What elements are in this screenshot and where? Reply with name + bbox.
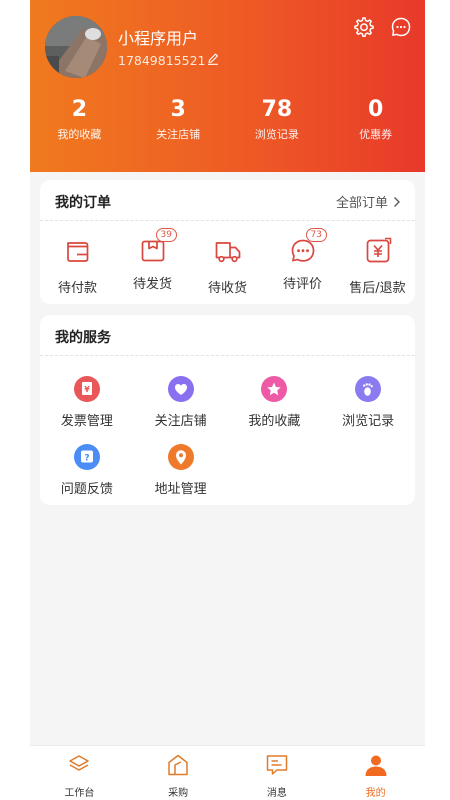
order-pending-receipt[interactable]: 待收货 bbox=[190, 232, 265, 296]
package-icon-wrap: 39 bbox=[138, 228, 177, 266]
invoice-icon: ¥ bbox=[73, 376, 100, 402]
service-label: 发票管理 bbox=[60, 414, 113, 429]
stat-label: 浏览记录 bbox=[254, 128, 299, 141]
comment-icon-wrap: 73 bbox=[288, 228, 327, 266]
layers-icon bbox=[69, 755, 90, 771]
refund-icon bbox=[366, 237, 391, 263]
order-label: 待付款 bbox=[57, 281, 97, 296]
stat-label: 优惠券 bbox=[359, 128, 393, 141]
services-title: 我的服务 bbox=[55, 330, 111, 346]
service-label: 问题反馈 bbox=[60, 482, 113, 497]
app-page: 小程序用户 17849815521 2 我的收藏 3 关注店铺 78 浏览记录 … bbox=[30, 0, 425, 800]
location-icon bbox=[167, 444, 194, 470]
phone-number: 17849815521 bbox=[118, 53, 206, 68]
stats-row: 2 我的收藏 3 关注店铺 78 浏览记录 0 优惠券 bbox=[30, 96, 425, 152]
tab-label: 工作台 bbox=[64, 788, 95, 799]
stat-history[interactable]: 78 浏览记录 bbox=[228, 96, 327, 152]
order-label: 待收货 bbox=[207, 281, 247, 296]
services-row: ? 问题反馈 地址管理 bbox=[40, 441, 415, 509]
house-icon bbox=[168, 754, 188, 776]
service-favorites[interactable]: 我的收藏 bbox=[228, 373, 322, 441]
order-pending-shipment[interactable]: 39 待发货 bbox=[115, 228, 190, 296]
order-status-row: 待付款 39 待发货 待收货 73 待评价 售后/退款 bbox=[40, 228, 415, 296]
footprint-icon bbox=[355, 376, 382, 402]
tab-workbench[interactable]: 工作台 bbox=[30, 746, 129, 800]
stat-value: 78 bbox=[261, 97, 293, 122]
stat-value: 2 bbox=[71, 97, 88, 122]
service-label: 浏览记录 bbox=[342, 414, 395, 429]
svg-text:¥: ¥ bbox=[84, 385, 90, 394]
all-orders-link[interactable]: 全部订单 bbox=[336, 192, 401, 211]
username: 小程序用户 bbox=[118, 29, 199, 48]
services-card: 我的服务 ¥ 发票管理 关注店铺 我的收藏 浏览记录 ? 问题反馈 地址管理 bbox=[40, 315, 415, 505]
tab-mine[interactable]: 我的 bbox=[326, 746, 425, 800]
divider bbox=[40, 220, 415, 221]
order-label: 待发货 bbox=[132, 277, 172, 292]
service-history[interactable]: 浏览记录 bbox=[321, 373, 415, 441]
profile-header: 小程序用户 17849815521 2 我的收藏 3 关注店铺 78 浏览记录 … bbox=[30, 0, 425, 172]
order-label: 售后/退款 bbox=[349, 281, 406, 296]
order-pending-review[interactable]: 73 待评价 bbox=[265, 228, 340, 296]
stat-value: 0 bbox=[367, 97, 384, 122]
service-invoice[interactable]: ¥ 发票管理 bbox=[40, 373, 134, 441]
service-label: 关注店铺 bbox=[154, 414, 207, 429]
order-label: 待评价 bbox=[282, 277, 322, 292]
tab-purchase[interactable]: 采购 bbox=[129, 746, 228, 800]
screen: 小程序用户 17849815521 2 我的收藏 3 关注店铺 78 浏览记录 … bbox=[0, 0, 450, 800]
svg-text:?: ? bbox=[84, 454, 89, 464]
tab-label: 采购 bbox=[168, 788, 189, 799]
stat-value: 3 bbox=[170, 97, 186, 122]
services-row: ¥ 发票管理 关注店铺 我的收藏 浏览记录 bbox=[40, 373, 415, 441]
stat-followed-shops[interactable]: 3 关注店铺 bbox=[129, 96, 228, 152]
user-icon bbox=[365, 755, 387, 776]
tab-label: 我的 bbox=[365, 788, 386, 799]
stat-favorites[interactable]: 2 我的收藏 bbox=[30, 96, 129, 152]
badge-count: 39 bbox=[155, 228, 177, 242]
service-address[interactable]: 地址管理 bbox=[134, 441, 228, 509]
question-icon: ? bbox=[73, 444, 100, 470]
orders-title: 我的订单 bbox=[55, 195, 111, 211]
service-followed-shops[interactable]: 关注店铺 bbox=[134, 373, 228, 441]
bottom-tab-bar: 工作台 采购 消息 我的 bbox=[30, 745, 425, 800]
avatar[interactable] bbox=[45, 16, 107, 78]
heart-icon bbox=[167, 376, 194, 402]
chat-icon[interactable] bbox=[389, 15, 413, 39]
edit-icon[interactable] bbox=[206, 52, 220, 66]
star-icon bbox=[261, 376, 288, 402]
message-icon bbox=[266, 755, 288, 775]
divider bbox=[40, 355, 415, 356]
gear-icon[interactable] bbox=[352, 15, 376, 39]
service-label: 我的收藏 bbox=[248, 414, 301, 429]
orders-card: 我的订单 全部订单 待付款 39 待发货 待收货 73 待评价 售后/退款 bbox=[40, 180, 415, 304]
stat-label: 关注店铺 bbox=[156, 128, 201, 141]
order-pending-payment[interactable]: 待付款 bbox=[40, 232, 115, 296]
chevron-right-icon bbox=[394, 196, 400, 207]
wallet-icon bbox=[66, 242, 88, 262]
stat-coupons[interactable]: 0 优惠券 bbox=[326, 96, 425, 152]
service-feedback[interactable]: ? 问题反馈 bbox=[40, 441, 134, 509]
tab-messages[interactable]: 消息 bbox=[228, 746, 327, 800]
stat-label: 我的收藏 bbox=[57, 128, 102, 141]
service-label: 地址管理 bbox=[154, 482, 207, 497]
order-after-sales[interactable]: 售后/退款 bbox=[340, 232, 415, 296]
badge-count: 73 bbox=[305, 228, 327, 242]
services-grid: ¥ 发票管理 关注店铺 我的收藏 浏览记录 ? 问题反馈 地址管理 bbox=[40, 373, 415, 509]
truck-icon bbox=[215, 242, 240, 263]
tab-label: 消息 bbox=[266, 788, 287, 799]
all-orders-label: 全部订单 bbox=[335, 196, 388, 211]
